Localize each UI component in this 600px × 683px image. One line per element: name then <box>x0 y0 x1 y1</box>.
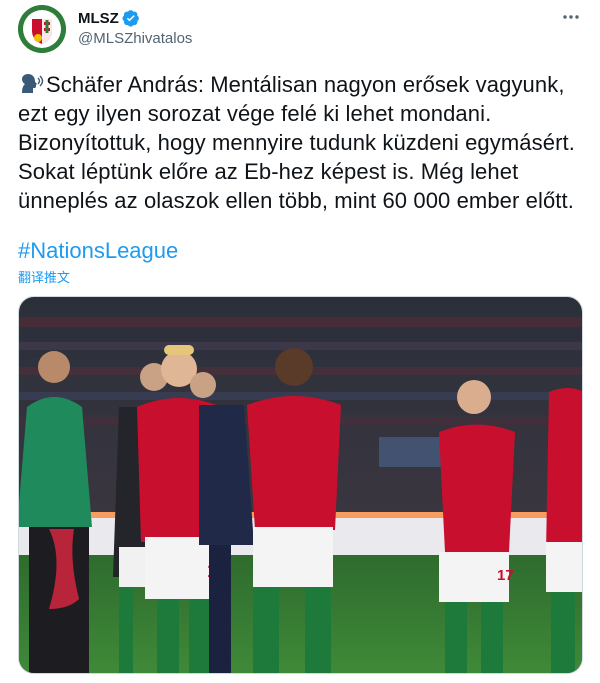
account-handle[interactable]: @MLSZhivatalos <box>78 30 192 47</box>
hashtag-link[interactable]: #NationsLeague <box>18 238 178 264</box>
verified-badge-icon <box>122 10 139 27</box>
tweet-photo[interactable]: 1 17 <box>18 296 583 674</box>
translate-tweet-link[interactable]: 翻译推文 <box>18 267 70 286</box>
tweet-card: MLSZ @MLSZhivatalos Schäfer András: Ment… <box>0 0 600 683</box>
display-name[interactable]: MLSZ <box>78 10 119 27</box>
more-dots-icon <box>563 15 579 19</box>
mlsz-crest-logo <box>18 5 66 53</box>
account-name-row[interactable]: MLSZ <box>78 9 140 27</box>
team-photo: 1 17 <box>19 297 582 673</box>
jersey-number-17: 17 <box>497 567 514 584</box>
more-options-button[interactable] <box>560 6 582 28</box>
account-avatar[interactable] <box>18 5 66 53</box>
tweet-body: Schäfer András: Mentálisan nagyon erősek… <box>18 72 575 213</box>
speaking-head-icon <box>22 74 44 93</box>
tweet-text: Schäfer András: Mentálisan nagyon erősek… <box>18 70 588 215</box>
